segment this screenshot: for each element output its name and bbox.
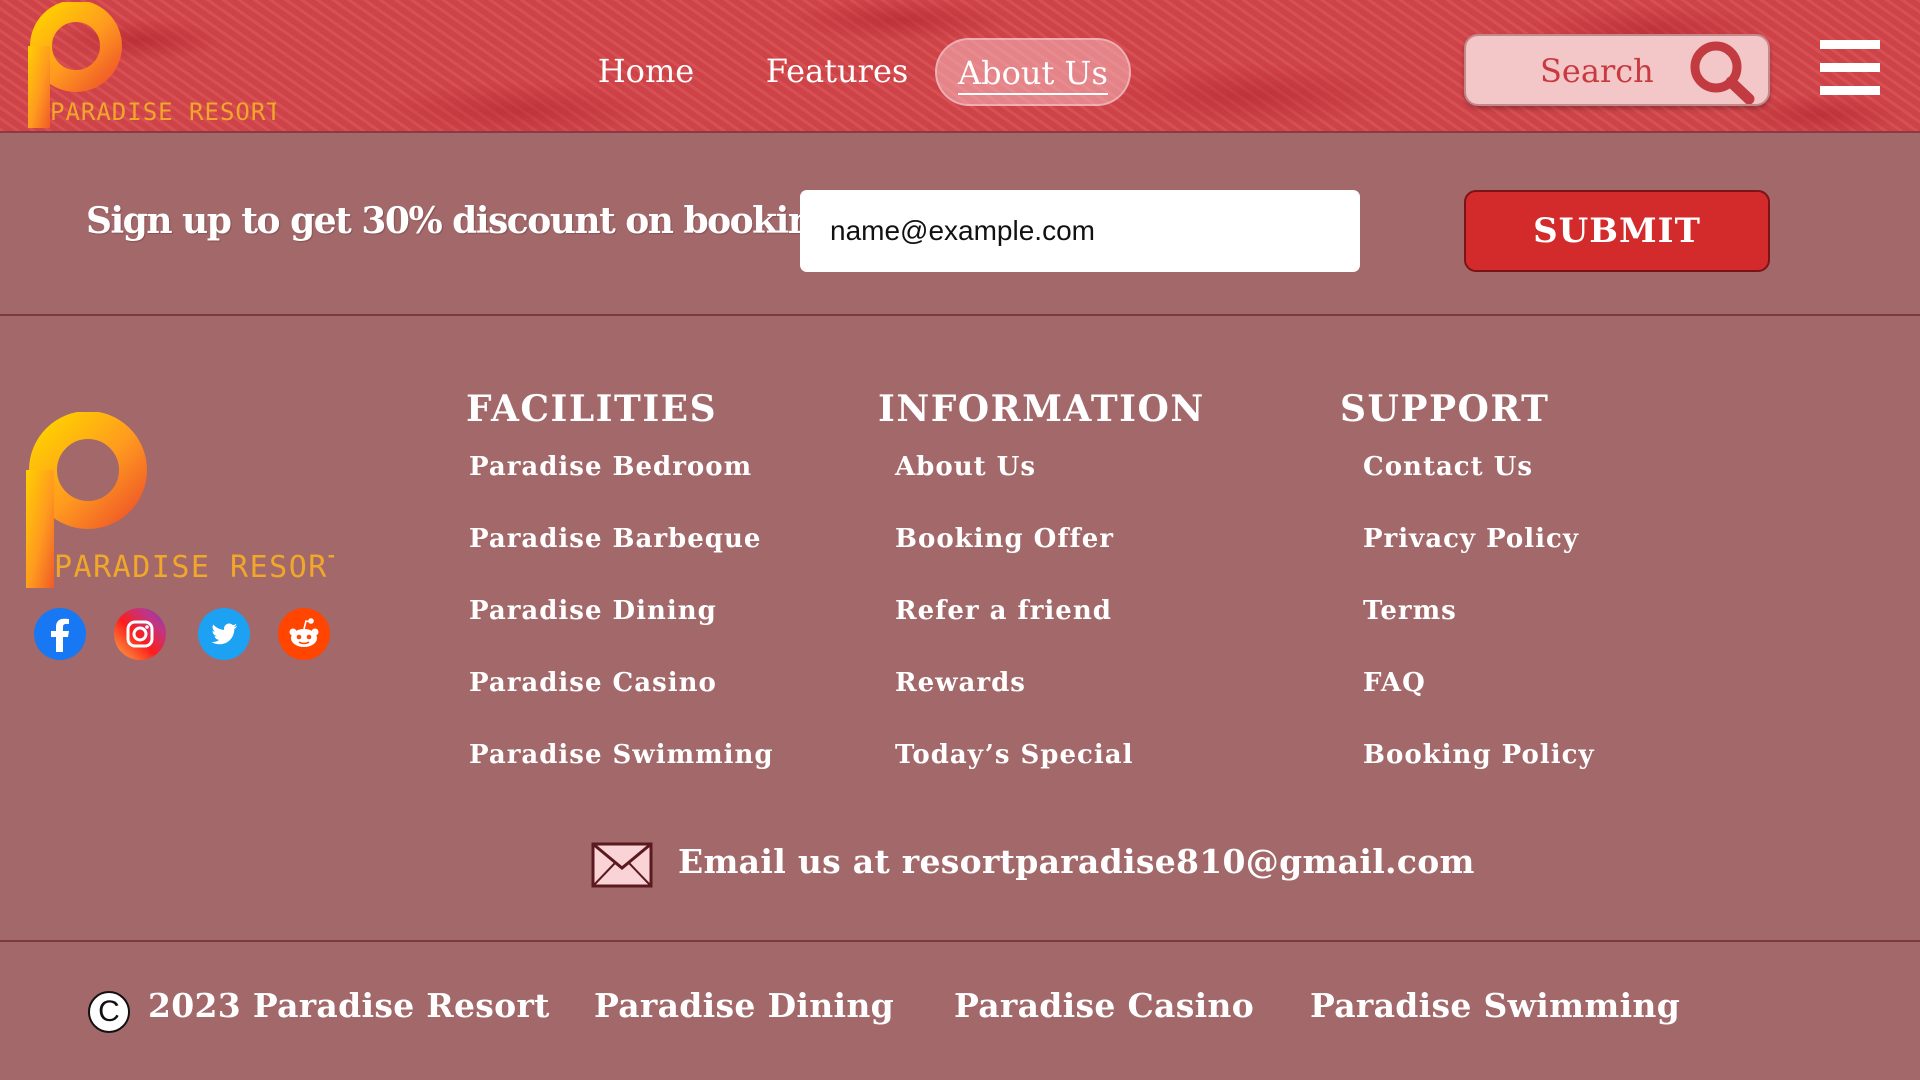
support-heading: SUPPORT — [1340, 388, 1550, 430]
support-link[interactable]: Privacy Policy — [1363, 524, 1595, 596]
bottom-link[interactable]: Paradise Casino — [954, 986, 1254, 1025]
information-link[interactable]: About Us — [895, 452, 1133, 524]
information-heading: INFORMATION — [878, 388, 1205, 430]
nav-home[interactable]: Home — [586, 38, 706, 106]
information-list: About Us Booking Offer Refer a friend Re… — [895, 452, 1133, 812]
signup-promo-text: Sign up to get 30% discount on booking — [86, 200, 838, 242]
hamburger-menu-icon[interactable] — [1818, 38, 1882, 98]
support-link[interactable]: Booking Policy — [1363, 740, 1595, 812]
information-link[interactable]: Booking Offer — [895, 524, 1133, 596]
information-link[interactable]: Refer a friend — [895, 596, 1133, 668]
paradise-resort-logo[interactable]: PARADISE RESORT — [26, 2, 276, 130]
nav-about-us[interactable]: About Us — [935, 38, 1131, 106]
instagram-icon[interactable] — [114, 608, 166, 660]
information-link[interactable]: Rewards — [895, 668, 1133, 740]
facilities-heading: FACILITIES — [466, 388, 718, 430]
nav-features[interactable]: Features — [762, 38, 912, 106]
twitter-icon[interactable] — [198, 608, 250, 660]
facilities-link[interactable]: Paradise Barbeque — [469, 524, 774, 596]
support-link[interactable]: Contact Us — [1363, 452, 1595, 524]
bottom-link[interactable]: Paradise Swimming — [1310, 986, 1680, 1025]
email-field[interactable] — [800, 190, 1360, 272]
search-box[interactable]: Search — [1464, 34, 1770, 106]
information-link[interactable]: Today’s Special — [895, 740, 1133, 812]
support-link[interactable]: Terms — [1363, 596, 1595, 668]
envelope-icon — [591, 842, 653, 888]
facilities-list: Paradise Bedroom Paradise Barbeque Parad… — [469, 452, 774, 812]
facilities-link[interactable]: Paradise Bedroom — [469, 452, 774, 524]
section-divider — [0, 314, 1920, 316]
logo-text: PARADISE RESORT — [50, 98, 276, 126]
footer-divider — [0, 940, 1920, 942]
footer-paradise-resort-logo[interactable]: PARADISE RESORT — [26, 412, 334, 590]
reddit-icon[interactable] — [278, 608, 330, 660]
facilities-link[interactable]: Paradise Swimming — [469, 740, 774, 812]
contact-email-text[interactable]: Email us at resortparadise810@gmail.com — [678, 842, 1475, 881]
copyright-text: 2023 Paradise Resort — [148, 986, 550, 1025]
facebook-icon[interactable] — [34, 608, 86, 660]
search-icon[interactable] — [1686, 38, 1762, 104]
copyright-icon: C — [88, 991, 130, 1033]
bottom-link[interactable]: Paradise Dining — [594, 986, 894, 1025]
nav-about-us-label: About Us — [958, 54, 1108, 95]
support-list: Contact Us Privacy Policy Terms FAQ Book… — [1363, 452, 1595, 812]
submit-button[interactable]: SUBMIT — [1464, 190, 1770, 272]
search-placeholder: Search — [1540, 52, 1654, 90]
facilities-link[interactable]: Paradise Dining — [469, 596, 774, 668]
footer-logo-text: PARADISE RESORT — [54, 550, 334, 585]
support-link[interactable]: FAQ — [1363, 668, 1595, 740]
facilities-link[interactable]: Paradise Casino — [469, 668, 774, 740]
header-bar: PARADISE RESORT Home Features About Us S… — [0, 0, 1920, 133]
